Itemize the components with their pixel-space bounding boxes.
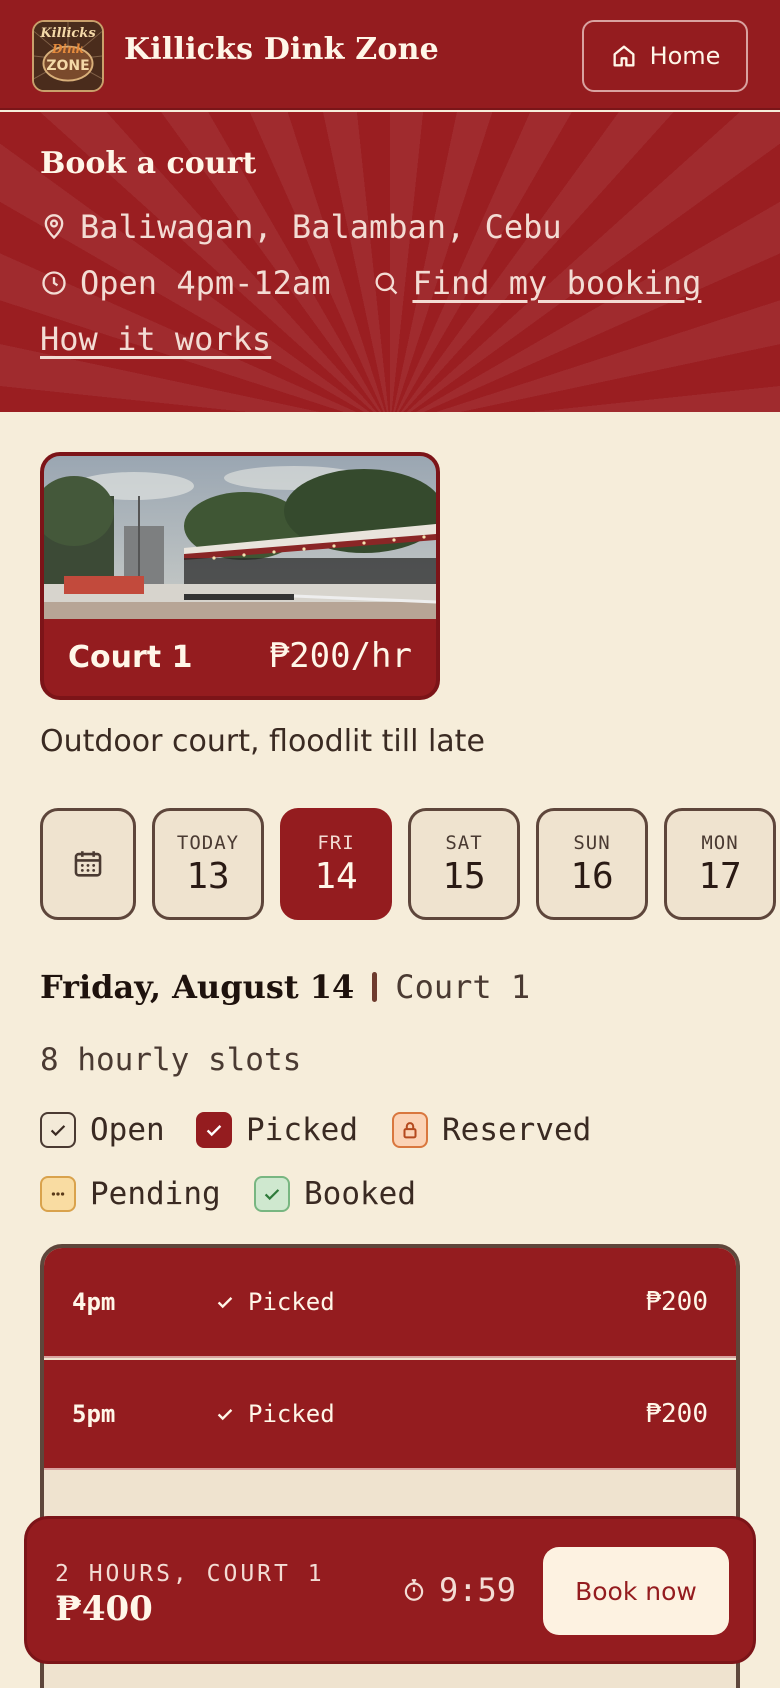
lock-icon xyxy=(392,1112,428,1148)
check-icon xyxy=(40,1112,76,1148)
date-chip-dow: SUN xyxy=(573,831,611,854)
legend-open: Open xyxy=(40,1112,165,1148)
slot-time: 4pm xyxy=(72,1288,116,1316)
search-icon xyxy=(372,269,400,297)
date-chip-16[interactable]: SUN 16 xyxy=(536,808,648,920)
slot-price: ₱200 xyxy=(645,1399,708,1429)
date-chip-day: 14 xyxy=(314,855,358,897)
date-chip-dow: MON xyxy=(701,831,739,854)
court-photo xyxy=(44,456,436,619)
brand-logo[interactable]: Killicks Dink ZONE xyxy=(32,20,104,92)
legend-booked-label: Booked xyxy=(304,1176,416,1212)
hold-timer: 9:59 xyxy=(401,1571,516,1609)
calendar-icon xyxy=(71,847,105,881)
timer-value: 9:59 xyxy=(439,1571,517,1609)
date-chip-dow: FRI xyxy=(317,831,355,854)
book-now-button[interactable]: Book now xyxy=(543,1547,729,1635)
legend-reserved-label: Reserved xyxy=(442,1112,592,1148)
legend-picked-label: Picked xyxy=(246,1112,358,1148)
selected-date: Friday, August 14 xyxy=(40,968,355,1006)
check-icon xyxy=(214,1403,236,1425)
date-chip-15[interactable]: SAT 15 xyxy=(408,808,520,920)
legend-open-label: Open xyxy=(90,1112,165,1148)
date-chip-day: 13 xyxy=(186,855,230,897)
home-icon xyxy=(610,42,638,70)
date-chip-17[interactable]: MON 17 xyxy=(664,808,776,920)
summary-label: 2 HOURS, COURT 1 xyxy=(55,1561,325,1587)
location-text: Baliwagan, Balamban, Cebu xyxy=(80,208,562,246)
slot-price: ₱200 xyxy=(645,1287,708,1317)
date-chip-13[interactable]: TODAY 13 xyxy=(152,808,264,920)
brand-name: Killicks Dink Zone xyxy=(124,32,439,67)
date-chip-dow: TODAY xyxy=(176,831,240,854)
logo-text-1: Killicks xyxy=(40,26,96,41)
map-pin-icon xyxy=(40,213,68,241)
logo-text-2: Dink xyxy=(51,42,84,56)
court-description: Outdoor court, floodlit till late xyxy=(40,724,485,759)
slot-time: 5pm xyxy=(72,1400,116,1428)
hours-text: Open 4pm-12am xyxy=(80,264,331,302)
check-icon xyxy=(196,1112,232,1148)
app-header: Killicks Dink ZONE Killicks Dink Zone Ho… xyxy=(0,0,780,110)
date-chip-14[interactable]: FRI 14 xyxy=(280,808,392,920)
selected-court: Court 1 xyxy=(395,968,531,1006)
slot-status-label: Picked xyxy=(248,1288,335,1316)
slot-row[interactable]: 4pm Picked ₱200 xyxy=(44,1248,736,1358)
page-title: Book a court xyxy=(40,146,257,181)
hero-section: Book a court Baliwagan, Balamban, Cebu O… xyxy=(0,112,780,412)
logo-text-3: ZONE xyxy=(46,58,90,74)
slot-status: Picked xyxy=(214,1400,335,1428)
how-it-works-link[interactable]: How it works xyxy=(40,320,271,358)
legend-pending: Pending xyxy=(40,1176,221,1212)
slot-row[interactable]: 5pm Picked ₱200 xyxy=(44,1360,736,1470)
court-name: Court 1 xyxy=(68,640,193,675)
how-it-works-row: How it works xyxy=(40,320,271,358)
clock-icon xyxy=(40,269,68,297)
ellipsis-icon xyxy=(40,1176,76,1212)
legend-pending-label: Pending xyxy=(90,1176,221,1212)
legend-picked: Picked xyxy=(196,1112,358,1148)
find-booking-link[interactable]: Find my booking xyxy=(412,264,701,302)
hours-row: Open 4pm-12am Find my booking xyxy=(40,264,701,302)
check-icon xyxy=(214,1291,236,1313)
check-icon xyxy=(254,1176,290,1212)
court-price: ₱200/hr xyxy=(268,636,412,676)
legend-reserved: Reserved xyxy=(392,1112,591,1148)
slot-status: Picked xyxy=(214,1288,335,1316)
slot-count: 8 hourly slots xyxy=(40,1042,302,1078)
court-card[interactable]: Court 1 ₱200/hr xyxy=(40,452,440,700)
summary-total: ₱400 xyxy=(55,1589,153,1629)
stopwatch-icon xyxy=(401,1577,427,1603)
location-row: Baliwagan, Balamban, Cebu xyxy=(40,208,562,246)
date-chip-day: 16 xyxy=(570,855,614,897)
legend-booked: Booked xyxy=(254,1176,416,1212)
calendar-picker-button[interactable] xyxy=(40,808,136,920)
date-chip-dow: SAT xyxy=(445,831,483,854)
heading-divider xyxy=(372,972,378,1002)
day-heading: Friday, August 14 Court 1 xyxy=(40,968,530,1006)
booking-summary-bar: 2 HOURS, COURT 1 ₱400 9:59 Book now xyxy=(24,1516,756,1664)
home-button[interactable]: Home xyxy=(582,20,748,92)
slot-status-label: Picked xyxy=(248,1400,335,1428)
date-chip-day: 15 xyxy=(442,855,486,897)
home-label: Home xyxy=(649,42,721,70)
date-chip-day: 17 xyxy=(698,855,742,897)
